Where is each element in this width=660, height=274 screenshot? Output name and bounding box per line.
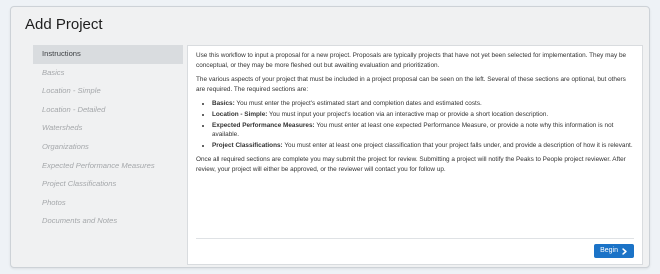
nav-item-label: Expected Performance Measures	[42, 160, 155, 170]
begin-button[interactable]: Begin	[594, 244, 634, 258]
nav-item-organizations[interactable]: Organizations	[33, 138, 183, 157]
footer-divider	[196, 238, 634, 239]
nav-item-label: Instructions	[42, 49, 81, 58]
add-project-card: Add Project Instructions Basics Location…	[10, 6, 650, 268]
requirement-text: You must enter the project's estimated s…	[234, 100, 482, 108]
nav-item-label: Photos	[42, 197, 66, 207]
list-item: Location - Simple: You must input your p…	[212, 110, 634, 120]
nav-item-label: Organizations	[42, 141, 89, 151]
requirement-text: You must input your project's location v…	[267, 110, 549, 118]
instructions-panel: Use this workflow to input a proposal fo…	[187, 45, 643, 265]
list-item: Expected Performance Measures: You must …	[212, 121, 634, 140]
nav-item-label: Documents and Notes	[42, 216, 118, 226]
requirements-list: Basics: You must enter the project's est…	[212, 99, 634, 150]
nav-item-location-detailed[interactable]: Location - Detailed	[33, 101, 183, 120]
requirement-term: Location - Simple:	[212, 110, 268, 118]
workflow-nav: Instructions Basics Location - Simple Lo…	[33, 45, 183, 231]
list-item: Project Classifications: You must enter …	[212, 141, 634, 151]
requirement-text: You must enter at least one project clas…	[282, 141, 633, 149]
nav-item-photos[interactable]: Photos	[33, 194, 183, 213]
nav-item-watersheds[interactable]: Watersheds	[33, 119, 183, 138]
chevron-right-icon	[622, 247, 627, 255]
page-title: Add Project	[25, 16, 103, 33]
nav-item-instructions[interactable]: Instructions	[33, 45, 183, 64]
nav-item-project-classifications[interactable]: Project Classifications	[33, 175, 183, 194]
instructions-content: Use this workflow to input a proposal fo…	[188, 46, 642, 175]
sections-intro-paragraph: The various aspects of your project that…	[196, 76, 626, 93]
begin-button-label: Begin	[600, 247, 618, 254]
nav-item-basics[interactable]: Basics	[33, 64, 183, 83]
nav-item-expected-performance-measures[interactable]: Expected Performance Measures	[33, 157, 183, 176]
nav-item-label: Location - Detailed	[42, 104, 106, 114]
nav-item-label: Basics	[42, 67, 65, 77]
nav-item-documents-and-notes[interactable]: Documents and Notes	[33, 212, 183, 231]
closing-paragraph: Once all required sections are complete …	[196, 156, 626, 173]
requirement-term: Expected Performance Measures:	[212, 121, 315, 129]
intro-paragraph: Use this workflow to input a proposal fo…	[196, 52, 627, 69]
list-item: Basics: You must enter the project's est…	[212, 99, 634, 109]
nav-item-label: Watersheds	[42, 123, 83, 133]
nav-item-label: Location - Simple	[42, 86, 101, 96]
nav-item-label: Project Classifications	[42, 179, 117, 189]
requirement-term: Basics:	[212, 100, 235, 108]
nav-item-location-simple[interactable]: Location - Simple	[33, 82, 183, 101]
requirement-term: Project Classifications:	[212, 141, 283, 149]
